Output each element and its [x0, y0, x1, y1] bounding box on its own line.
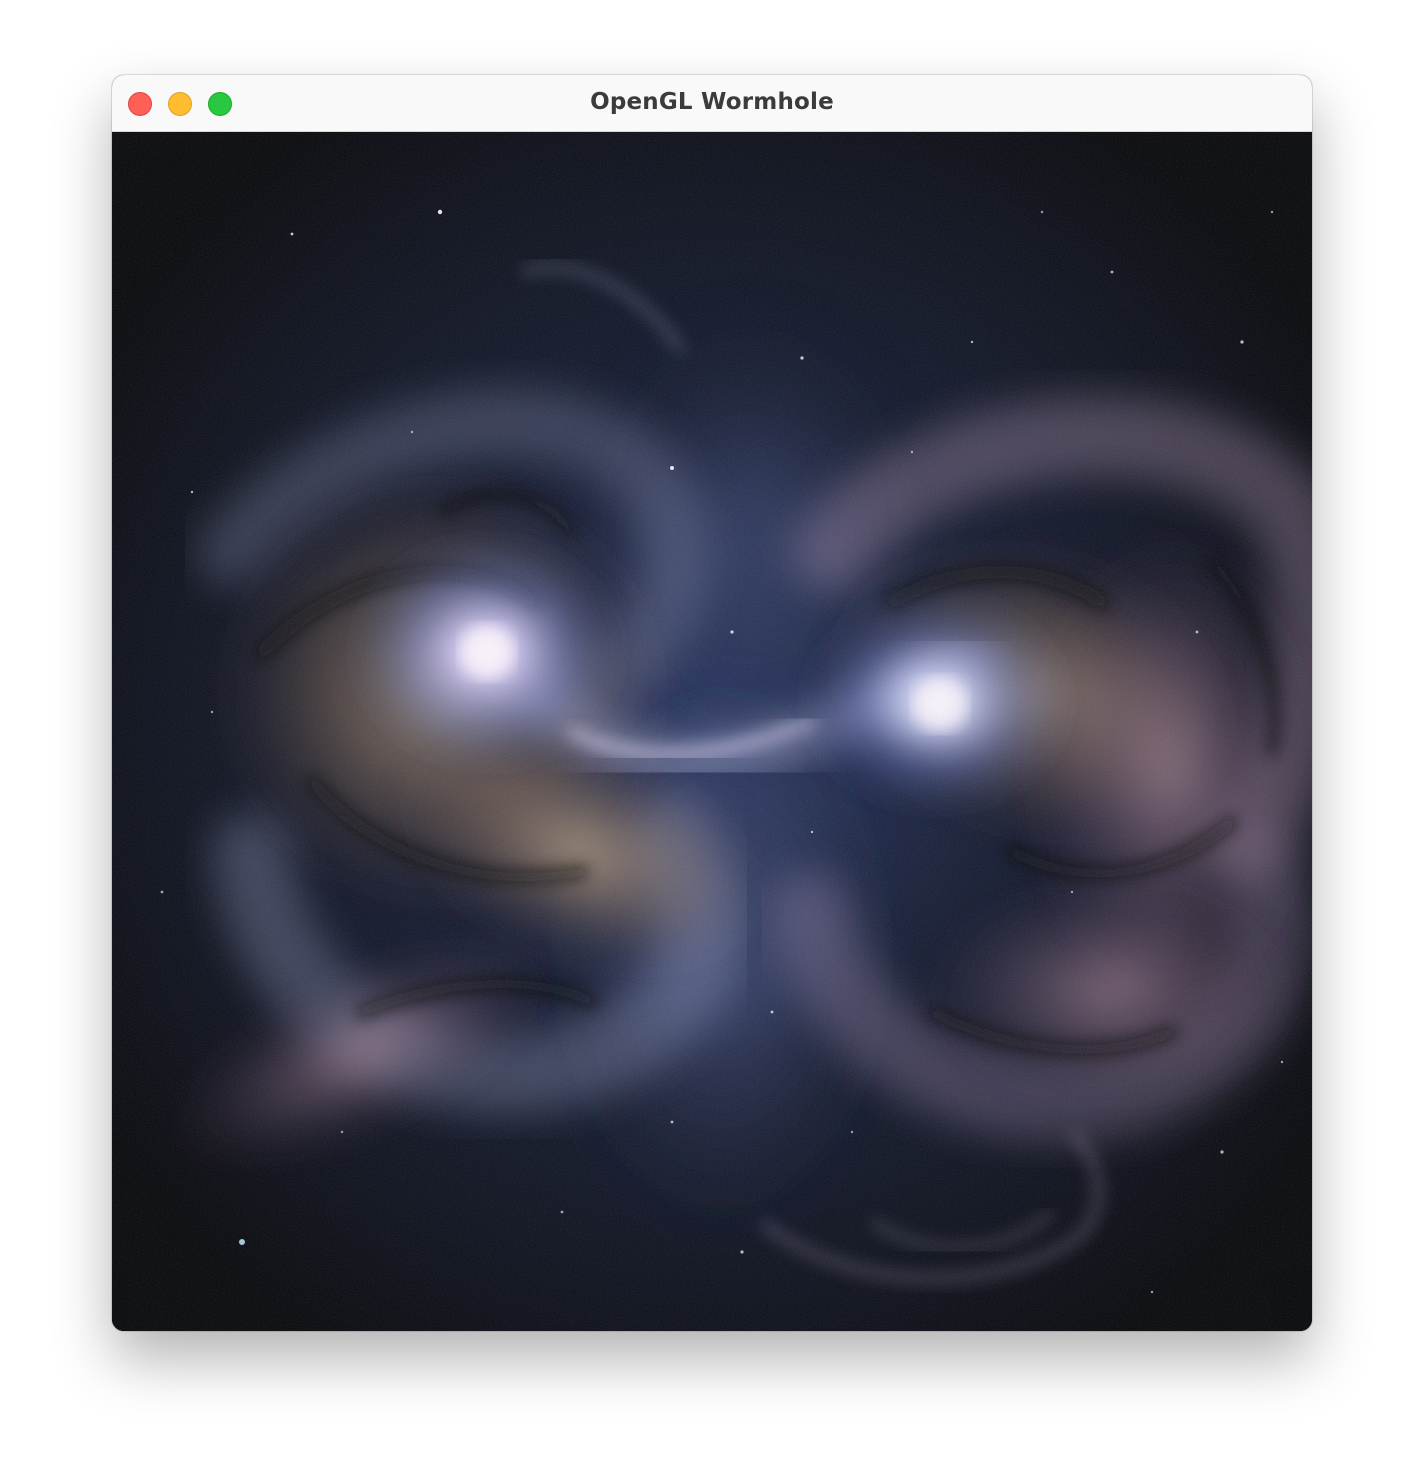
- galaxy-render: [112, 132, 1312, 1331]
- app-window: OpenGL Wormhole: [112, 75, 1312, 1331]
- window-title: OpenGL Wormhole: [590, 89, 834, 115]
- title-bar[interactable]: OpenGL Wormhole: [112, 75, 1312, 132]
- opengl-viewport[interactable]: [112, 132, 1312, 1331]
